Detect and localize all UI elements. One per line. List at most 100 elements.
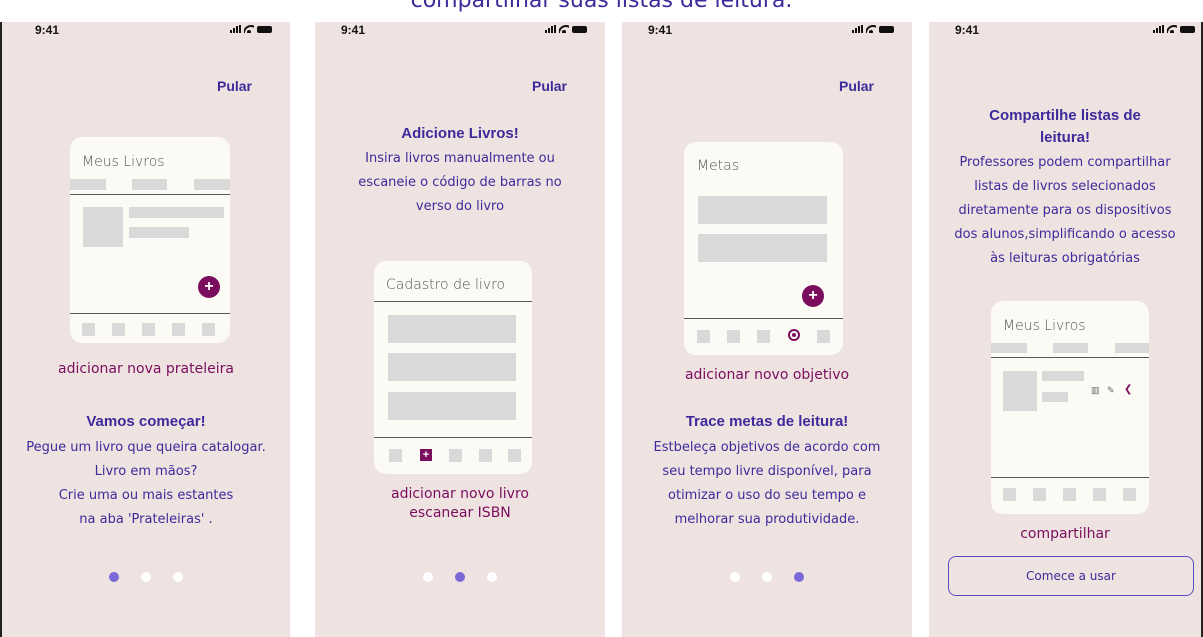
nav-icon xyxy=(727,330,740,343)
nav-icon xyxy=(112,323,125,336)
screen-heading: Adicione Livros! xyxy=(401,125,519,142)
add-shelf-button[interactable]: + xyxy=(198,276,220,298)
top-caption: compartilhar suas listas de leitura. xyxy=(410,0,793,13)
card-caption: compartilhar xyxy=(1020,526,1110,542)
nav-icon xyxy=(817,330,830,343)
onboarding-screen-4: 9:41 Compartilhe listas de leitura! Prof… xyxy=(929,22,1203,637)
page-dot[interactable] xyxy=(423,572,433,582)
page-dot[interactable] xyxy=(794,572,804,582)
caption-line: escanear ISBN xyxy=(409,505,511,521)
text-placeholder xyxy=(129,227,189,238)
divider xyxy=(991,357,1149,358)
nav-icon xyxy=(142,323,155,336)
book-register-card: Cadastro de livro + xyxy=(374,261,532,474)
nav-icon xyxy=(697,330,710,343)
delete-icon[interactable]: ▥ xyxy=(1091,385,1100,396)
page-dot[interactable] xyxy=(173,572,183,582)
tab-placeholder xyxy=(1115,343,1149,353)
nav-icon xyxy=(1123,488,1136,501)
signal-icon xyxy=(1153,25,1164,33)
page-dot[interactable] xyxy=(109,572,119,582)
nav-icon xyxy=(479,449,492,462)
description-line: diretamente para os dispositivos xyxy=(958,203,1172,218)
shared-list-card: Meus Livros ▥ ✎ ❮ xyxy=(991,301,1149,514)
nav-icon xyxy=(508,449,521,462)
skip-button[interactable]: Pular xyxy=(839,78,874,94)
wifi-icon xyxy=(1167,25,1177,33)
nav-icon xyxy=(1003,488,1016,501)
nav-icon xyxy=(757,330,770,343)
status-icons xyxy=(230,25,272,33)
onboarding-screen-2: 9:41 Pular Adicione Livros! Insira livro… xyxy=(315,22,605,637)
card-caption: adicionar nova prateleira xyxy=(58,361,234,377)
nav-icon xyxy=(1033,488,1046,501)
page-dot[interactable] xyxy=(141,572,151,582)
target-icon[interactable] xyxy=(788,329,800,341)
onboarding-screen-3: 9:41 Pular Metas + adicionar novo objeti… xyxy=(622,22,912,637)
description-line: Professores podem compartilhar xyxy=(959,155,1171,170)
description-line: Insira livros manualmente ou xyxy=(365,151,555,166)
skip-button[interactable]: Pular xyxy=(532,78,567,94)
page-dot[interactable] xyxy=(487,572,497,582)
goal-placeholder xyxy=(698,234,827,262)
divider xyxy=(684,318,843,319)
divider xyxy=(991,477,1149,478)
nav-icon xyxy=(1093,488,1106,501)
nav-icon xyxy=(449,449,462,462)
share-icon[interactable]: ❮ xyxy=(1124,384,1132,395)
screen-heading: Trace metas de leitura! xyxy=(685,413,849,430)
page-indicator xyxy=(2,572,290,582)
description-line: Crie uma ou mais estantes xyxy=(58,488,234,503)
signal-icon xyxy=(545,25,556,33)
input-placeholder xyxy=(388,353,516,381)
status-time: 9:41 xyxy=(341,23,366,37)
get-started-button[interactable]: Comece a usar xyxy=(948,556,1194,596)
book-cover-placeholder xyxy=(1003,371,1037,411)
description-line: escaneie o código de barras no xyxy=(358,175,562,190)
tab-placeholder xyxy=(1053,343,1088,353)
skip-button[interactable]: Pular xyxy=(217,78,252,94)
tab-placeholder xyxy=(991,343,1027,353)
nav-icon xyxy=(172,323,185,336)
screen-description: Insira livros manualmente ou escaneie o … xyxy=(315,147,605,219)
battery-icon xyxy=(572,25,587,33)
signal-icon xyxy=(852,25,863,33)
status-time: 9:41 xyxy=(648,23,673,37)
page-indicator xyxy=(622,572,912,582)
page-dot[interactable] xyxy=(762,572,772,582)
nav-icon xyxy=(202,323,215,336)
text-placeholder xyxy=(129,207,224,218)
tab-placeholder xyxy=(70,179,106,190)
nav-icon xyxy=(82,323,95,336)
page-dot[interactable] xyxy=(730,572,740,582)
screen-heading: Compartilhe listas de leitura! xyxy=(929,105,1201,149)
page-indicator xyxy=(315,572,605,582)
divider xyxy=(70,313,230,314)
nav-icon xyxy=(1063,488,1076,501)
screen-description: Estbeleça objetivos de acordo com seu te… xyxy=(622,436,912,532)
description-line: melhorar sua produtividade. xyxy=(674,512,860,527)
caption-line: adicionar novo livro xyxy=(391,486,529,502)
description-line: na aba 'Prateleiras' . xyxy=(79,512,213,527)
tab-placeholder xyxy=(194,179,230,190)
card-title: Cadastro de livro xyxy=(386,277,506,293)
add-book-icon[interactable]: + xyxy=(420,449,432,461)
signal-icon xyxy=(230,25,241,33)
wifi-icon xyxy=(244,25,254,33)
description-line: Livro em mãos? xyxy=(94,464,198,479)
page-dot[interactable] xyxy=(455,572,465,582)
divider xyxy=(70,194,230,195)
battery-icon xyxy=(1180,25,1195,33)
card-title: Meus Livros xyxy=(1003,318,1086,334)
input-placeholder xyxy=(388,315,516,343)
heading-line: Compartilhe listas de xyxy=(989,107,1141,124)
edit-icon[interactable]: ✎ xyxy=(1107,385,1115,396)
text-placeholder xyxy=(1042,371,1084,381)
description-line: seu tempo livre disponível, para xyxy=(662,464,872,479)
status-time: 9:41 xyxy=(955,23,980,37)
description-line: às leituras obrigatórias xyxy=(990,251,1140,266)
battery-icon xyxy=(879,25,894,33)
goal-placeholder xyxy=(698,196,827,224)
card-caption: adicionar novo objetivo xyxy=(684,367,850,383)
add-goal-button[interactable]: + xyxy=(802,285,824,307)
